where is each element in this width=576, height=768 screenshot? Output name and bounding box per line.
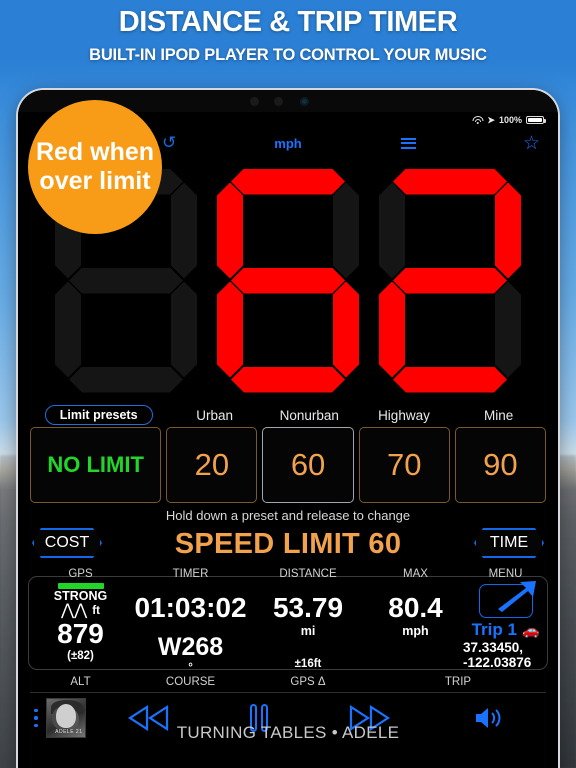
over-limit-badge-text: Red when over limit: [35, 138, 155, 195]
preset-header-highway: Highway: [378, 407, 430, 423]
cell-gps-alt[interactable]: STRONG ⋀⋀ ft 879 (±82): [28, 582, 133, 676]
speed-digit-ones: [371, 167, 529, 395]
sensor-dot: [250, 97, 259, 106]
max-speed-unit: mph: [402, 624, 429, 638]
cell-menu-trip[interactable]: Trip 1 🚗 37.33450, -122.03876: [463, 581, 548, 676]
preset-buttons: NO LIMIT 20 60 70 90: [18, 427, 558, 503]
label-timer: TIMER: [172, 568, 209, 580]
label-distance: DISTANCE: [279, 568, 337, 580]
hamburger-icon[interactable]: [401, 137, 416, 149]
cell-distance-gpsdelta[interactable]: 53.79 mi ±16ft: [248, 582, 368, 676]
cell-max[interactable]: 80.4 mph: [368, 582, 463, 676]
course-value: W268: [157, 633, 224, 661]
preset-nonurban[interactable]: 60: [262, 427, 354, 503]
ipod-player: ADELE 21 TURNING TABLES • ADELE: [18, 693, 558, 743]
car-icon: 🚗: [521, 621, 540, 638]
gps-strength-label: STRONG: [53, 589, 108, 603]
sensor-dot: [274, 97, 283, 106]
panel-cells: STRONG ⋀⋀ ft 879 (±82) 01:03:02 W268 ° 5: [28, 581, 548, 676]
battery-icon: [526, 116, 546, 124]
over-limit-badge: Red when over limit: [28, 100, 162, 234]
data-panel: GPS TIMER DISTANCE MAX MENU STRONG ⋀⋀ ft…: [28, 568, 548, 690]
speed-digit-tens: [209, 167, 367, 395]
gps-delta-value: ±16ft: [294, 658, 322, 670]
course-unit: °: [188, 662, 193, 674]
label-alt: ALT: [70, 676, 91, 688]
label-course: COURSE: [165, 676, 216, 688]
share-arrow-icon[interactable]: [478, 581, 536, 618]
panel-top-labels: GPS TIMER DISTANCE MAX MENU: [28, 568, 548, 582]
preset-highway[interactable]: 70: [358, 427, 450, 503]
preset-header-urban: Urban: [196, 407, 233, 423]
mountain-icon: ⋀⋀: [61, 602, 88, 619]
cell-timer-course[interactable]: 01:03:02 W268 °: [133, 582, 248, 676]
alt-unit-label: ft: [92, 605, 100, 617]
preset-headers: Limit presets Urban Nonurban Highway Min…: [18, 403, 558, 427]
preset-header-mine: Mine: [484, 407, 514, 423]
label-trip: TRIP: [444, 676, 472, 688]
location-arrow-icon: ➤: [487, 114, 495, 125]
preset-urban[interactable]: 20: [166, 427, 258, 503]
altitude-value: 879: [57, 618, 104, 649]
headline-secondary: BUILT-IN IPOD PLAYER TO CONTROL YOUR MUS…: [89, 46, 487, 64]
star-icon[interactable]: ☆: [523, 134, 540, 153]
trip-name: Trip 1: [471, 620, 517, 639]
preset-mine[interactable]: 90: [454, 427, 546, 503]
limit-presets-pill[interactable]: Limit presets: [44, 405, 153, 425]
headline-primary: DISTANCE & TRIP TIMER: [118, 6, 458, 38]
time-button[interactable]: TIME: [474, 528, 544, 558]
speed-limit-title: SPEED LIMIT 60: [174, 527, 402, 560]
preset-header-nonurban: Nonurban: [279, 407, 339, 423]
preset-no-limit[interactable]: NO LIMIT: [30, 427, 162, 503]
preset-hint: Hold down a preset and release to change: [165, 508, 411, 523]
cost-button[interactable]: COST: [32, 528, 102, 558]
promo-headline: DISTANCE & TRIP TIMER BUILT-IN IPOD PLAY…: [0, 0, 576, 66]
battery-percent-label: 100%: [498, 115, 522, 125]
wifi-icon: [472, 115, 484, 125]
distance-value: 53.79: [272, 592, 344, 623]
altitude-accuracy: (±82): [67, 650, 94, 662]
label-max: MAX: [403, 568, 428, 580]
trip-coordinates: 37.33450, -122.03876: [463, 640, 532, 670]
front-camera-icon: [300, 97, 309, 106]
panel-bottom-labels: ALT COURSE GPS Δ TRIP: [28, 676, 548, 690]
max-speed-value: 80.4: [388, 592, 443, 623]
timer-value: 01:03:02: [134, 592, 247, 623]
distance-unit: mi: [300, 624, 316, 638]
label-gps: GPS: [68, 568, 93, 580]
now-playing-label: TURNING TABLES • ADELE: [176, 723, 400, 742]
label-gps-delta: GPS Δ: [290, 676, 326, 688]
speed-limit-row: COST SPEED LIMIT 60 TIME: [18, 524, 558, 564]
